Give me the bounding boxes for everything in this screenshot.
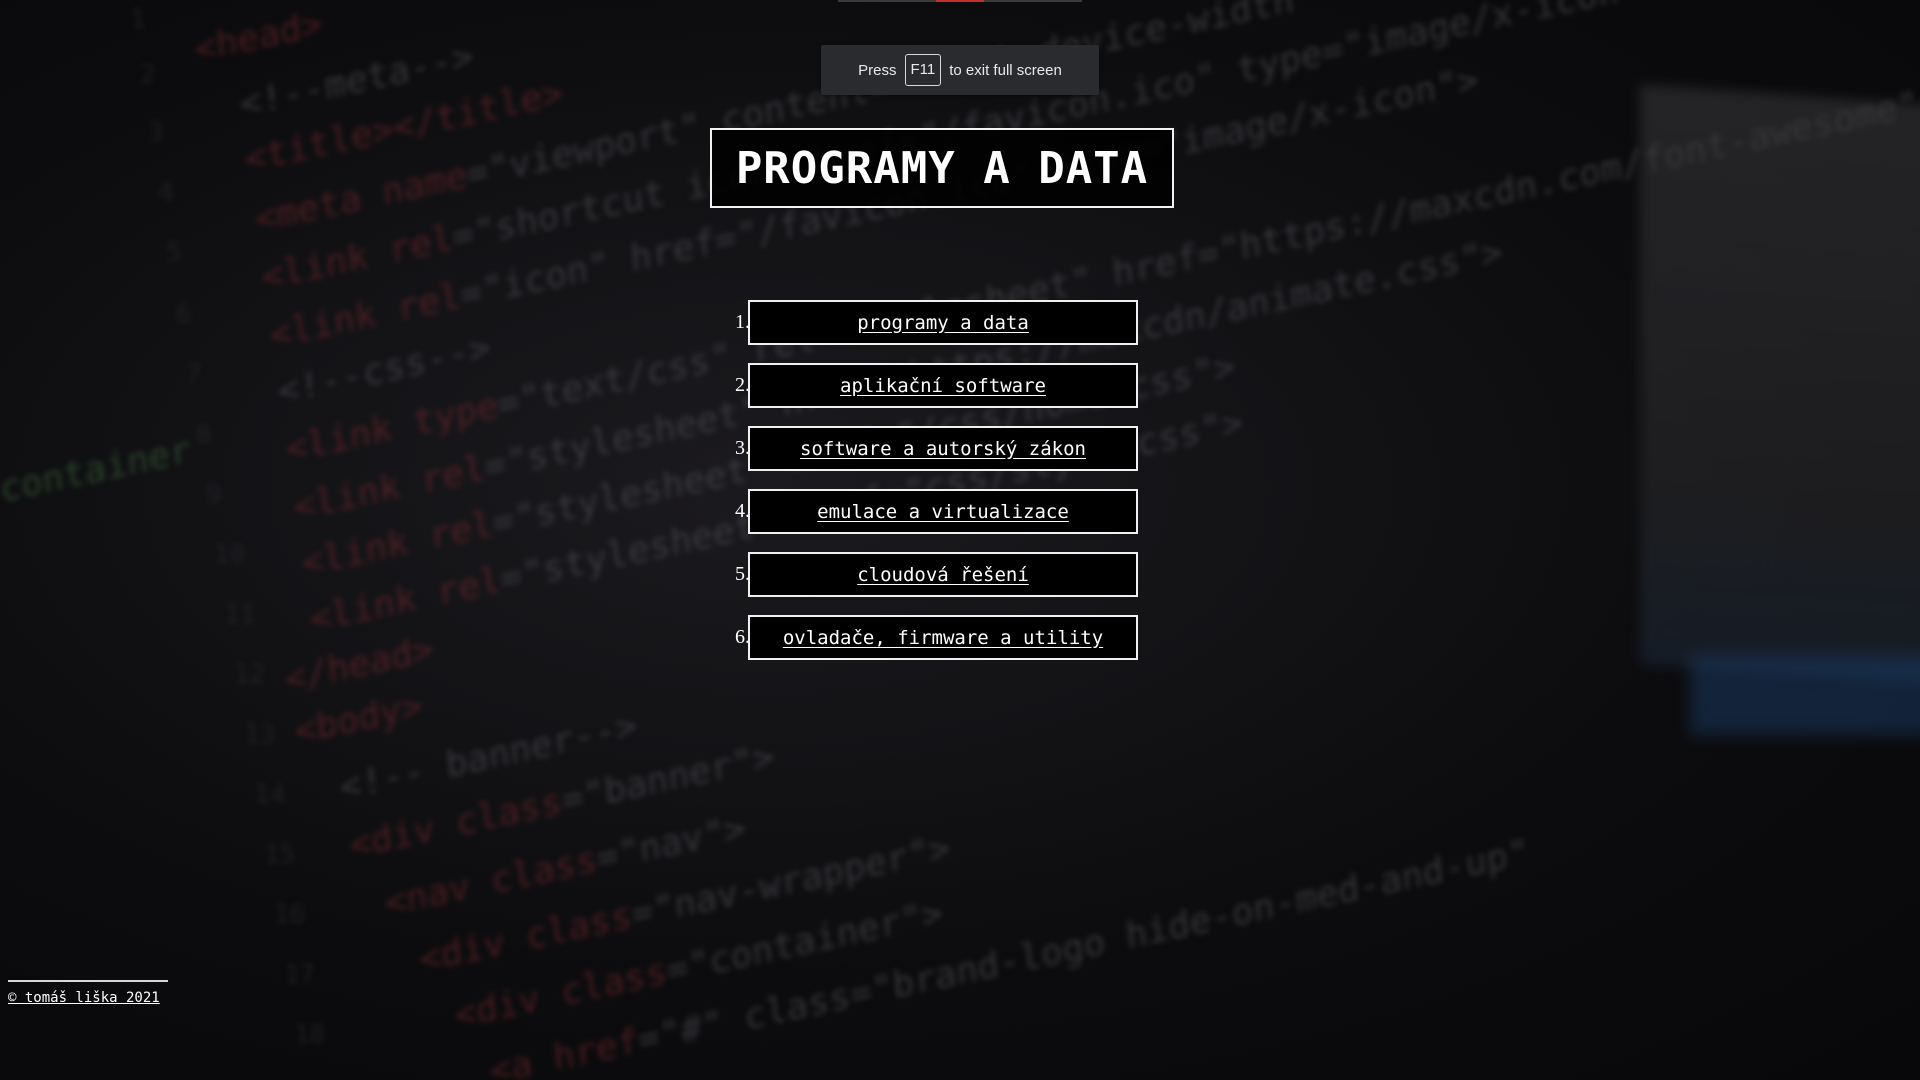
page: 1 2 3 4 5 6 7 8 9 10 11 12 13 14 15 16 1… [0, 0, 1920, 1080]
footer-divider [8, 980, 168, 982]
list-item: 1. programy a data [720, 300, 1140, 345]
list-number: 6. [735, 626, 750, 648]
list-number: 4. [735, 500, 750, 522]
menu-link-aplikacni-software[interactable]: aplikační software [748, 363, 1138, 408]
menu-link-emulace-a-virtualizace[interactable]: emulace a virtualizace [748, 489, 1138, 534]
topic-menu: 1. programy a data 2. aplikační software… [720, 300, 1140, 678]
menu-link-cloudova-reseni[interactable]: cloudová řešení [748, 552, 1138, 597]
f11-key-badge: F11 [904, 54, 942, 86]
top-edge-accent [936, 0, 984, 2]
list-item: 6. ovladače, firmware a utility [720, 615, 1140, 660]
menu-link-ovladace-firmware-a-utility[interactable]: ovladače, firmware a utility [748, 615, 1138, 660]
list-number: 3. [735, 437, 750, 459]
fullscreen-notice-suffix: to exit full screen [949, 61, 1062, 79]
copyright-link[interactable]: © tomáš liška 2021 [8, 990, 160, 1006]
list-item: 5. cloudová řešení [720, 552, 1140, 597]
menu-link-software-a-autorsky-zakon[interactable]: software a autorský zákon [748, 426, 1138, 471]
fullscreen-notice-prefix: Press [858, 61, 897, 79]
page-title-box: PROGRAMY A DATA [710, 128, 1174, 208]
list-number: 5. [735, 563, 750, 585]
list-number: 1. [735, 311, 750, 333]
fullscreen-notice: Press F11 to exit full screen [821, 45, 1099, 95]
list-item: 2. aplikační software [720, 363, 1140, 408]
list-number: 2. [735, 374, 750, 396]
list-item: 3. software a autorský zákon [720, 426, 1140, 471]
menu-link-programy-a-data[interactable]: programy a data [748, 300, 1138, 345]
list-item: 4. emulace a virtualizace [720, 489, 1140, 534]
background-monitor-glow [1690, 655, 1920, 735]
background-monitor [1640, 84, 1920, 686]
page-title: PROGRAMY A DATA [735, 142, 1149, 194]
